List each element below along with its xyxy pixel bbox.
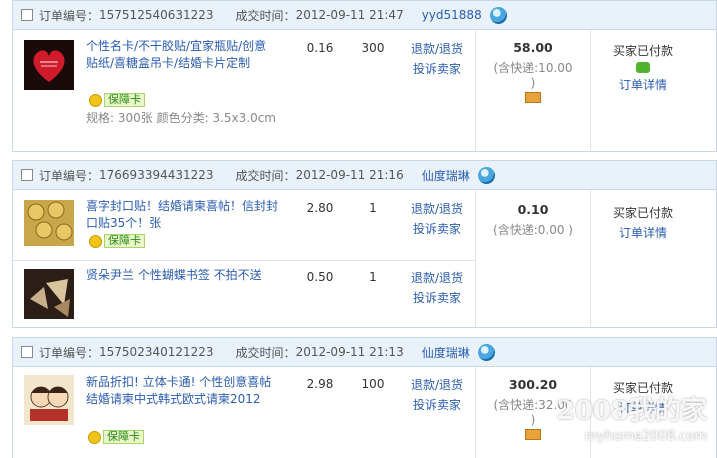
seller-link[interactable]: 仙度瑞琳 xyxy=(422,344,470,361)
order-card: 订单编号： 176693394431223 成交时间： 2012-09-11 2… xyxy=(12,160,717,328)
quantity: 1 xyxy=(369,201,377,215)
order-body: 个性名卡/不干胶贴/宜家瓶贴/创意贴纸/喜糖盒吊卡/结婚卡片定制 保障卡 规格:… xyxy=(13,30,716,151)
guarantee-badge[interactable]: 保障卡 xyxy=(89,234,145,248)
order-number: 176693394431223 xyxy=(99,168,214,182)
product-thumbnail[interactable] xyxy=(24,269,74,319)
order-header: 订单编号： 176693394431223 成交时间： 2012-09-11 2… xyxy=(13,161,716,190)
total-amount: 58.00 xyxy=(513,40,553,55)
quantity: 1 xyxy=(369,270,377,284)
refund-actions: 退款/退货 投诉卖家 xyxy=(403,268,471,308)
order-select-checkbox[interactable] xyxy=(21,9,33,21)
product-title-link[interactable]: 贤朵尹兰 个性蝴蝶书签 不拍不送 xyxy=(86,267,286,284)
complain-seller-link[interactable]: 投诉卖家 xyxy=(403,219,471,239)
deal-time: 2012-09-11 21:47 xyxy=(295,8,404,22)
order-total: 0.10 (含快递:0.00 ) xyxy=(491,202,575,238)
order-number: 157512540631223 xyxy=(99,8,214,22)
order-number: 157502340121223 xyxy=(99,345,214,359)
column-divider xyxy=(590,30,591,151)
product-thumbnail[interactable] xyxy=(24,200,74,246)
deal-time-label: 成交时间： xyxy=(235,168,296,183)
product-title-link[interactable]: 喜字封口贴！结婚请柬喜帖！信封封口贴35个！张 xyxy=(86,198,282,232)
refund-return-link[interactable]: 退款/退货 xyxy=(403,375,471,395)
shield-badge-icon xyxy=(89,234,102,248)
product-spec: 规格: 300张 颜色分类: 3.5x3.0cm xyxy=(86,111,276,125)
order-header: 订单编号： 157512540631223 成交时间： 2012-09-11 2… xyxy=(13,1,716,30)
shield-badge-icon xyxy=(88,430,101,444)
order-detail-link[interactable]: 订单详情 xyxy=(603,224,683,241)
unit-price: 0.50 xyxy=(306,270,334,284)
payment-status: 买家已付款 xyxy=(612,44,673,58)
product-thumbnail[interactable] xyxy=(24,40,74,90)
product-thumbnail[interactable] xyxy=(24,375,74,425)
deal-time-label: 成交时间： xyxy=(235,345,296,360)
seller-link[interactable]: 仙度瑞琳 xyxy=(422,167,470,184)
order-item: 贤朵尹兰 个性蝴蝶书签 不拍不送 0.50 1 退款/退货 投诉卖家 xyxy=(13,261,475,327)
guarantee-badge-label: 保障卡 xyxy=(103,430,144,444)
order-item: 个性名卡/不干胶贴/宜家瓶贴/创意贴纸/喜糖盒吊卡/结婚卡片定制 保障卡 规格:… xyxy=(13,30,475,151)
deal-time-label: 成交时间： xyxy=(235,8,296,23)
refund-return-link[interactable]: 退款/退货 xyxy=(403,199,471,219)
order-status: 买家已付款 订单详情 xyxy=(603,42,683,93)
seller-link[interactable]: yyd51888 xyxy=(422,8,482,22)
order-number-label: 订单编号： xyxy=(39,168,100,183)
complain-seller-link[interactable]: 投诉卖家 xyxy=(403,288,471,308)
quantity: 300 xyxy=(361,41,385,55)
order-status: 买家已付款 订单详情 xyxy=(603,204,683,241)
credit-card-icon xyxy=(525,429,541,440)
order-card: 订单编号： 157512540631223 成交时间： 2012-09-11 2… xyxy=(12,0,717,152)
shipping-fee: (含快递:0.00 ) xyxy=(493,223,573,237)
message-icon[interactable] xyxy=(636,62,650,73)
guarantee-badge[interactable]: 保障卡 xyxy=(89,93,145,107)
product-title-link[interactable]: 个性名卡/不干胶贴/宜家瓶贴/创意贴纸/喜糖盒吊卡/结婚卡片定制 xyxy=(86,38,272,72)
refund-actions: 退款/退货 投诉卖家 xyxy=(403,199,471,239)
column-divider xyxy=(475,30,476,151)
shield-badge-icon xyxy=(89,93,102,107)
payment-status: 买家已付款 xyxy=(612,206,673,220)
refund-actions: 退款/退货 投诉卖家 xyxy=(403,375,471,415)
order-select-checkbox[interactable] xyxy=(21,346,33,358)
order-number-label: 订单编号： xyxy=(39,345,100,360)
order-header: 订单编号： 157502340121223 成交时间： 2012-09-11 2… xyxy=(13,338,716,367)
refund-actions: 退款/退货 投诉卖家 xyxy=(403,39,471,79)
guarantee-badge-label: 保障卡 xyxy=(104,93,145,107)
column-divider xyxy=(475,367,476,458)
order-total: 58.00 (含快递:10.00 ) xyxy=(491,40,575,106)
payment-status: 买家已付款 xyxy=(612,381,673,395)
complain-seller-link[interactable]: 投诉卖家 xyxy=(403,395,471,415)
unit-price: 2.80 xyxy=(306,201,334,215)
column-divider xyxy=(590,190,591,327)
order-body: 喜字封口贴！结婚请柬喜帖！信封封口贴35个！张 保障卡 2.80 1 退款/退货… xyxy=(13,190,716,327)
unit-price: 0.16 xyxy=(306,41,334,55)
total-amount: 0.10 xyxy=(517,202,549,217)
watermark-main: 2008我的家 xyxy=(556,396,707,426)
order-item: 喜字封口贴！结婚请柬喜帖！信封封口贴35个！张 保障卡 2.80 1 退款/退货… xyxy=(13,190,475,260)
quantity: 100 xyxy=(361,377,385,391)
order-item: 新品折扣! 立体卡通! 个性创意喜帖结婚请柬中式韩式欧式请柬2012 2.98 … xyxy=(13,367,475,458)
order-select-checkbox[interactable] xyxy=(21,169,33,181)
watermark-sub: myhome2008.com xyxy=(584,429,707,444)
guarantee-badge[interactable]: 保障卡 xyxy=(88,430,144,444)
wangwang-chat-icon[interactable] xyxy=(477,343,495,361)
product-title-link[interactable]: 新品折扣! 立体卡通! 个性创意喜帖结婚请柬中式韩式欧式请柬2012 xyxy=(86,374,272,408)
deal-time: 2012-09-11 21:16 xyxy=(295,168,404,182)
complain-seller-link[interactable]: 投诉卖家 xyxy=(403,59,471,79)
order-number-label: 订单编号： xyxy=(39,8,100,23)
unit-price: 2.98 xyxy=(306,377,334,391)
shipping-fee: (含快递:10.00 ) xyxy=(493,61,573,90)
watermark: 2008我的家 myhome2008.com xyxy=(557,398,707,450)
column-divider xyxy=(475,190,476,327)
order-detail-link[interactable]: 订单详情 xyxy=(603,76,683,93)
refund-return-link[interactable]: 退款/退货 xyxy=(403,268,471,288)
guarantee-badge-label: 保障卡 xyxy=(104,234,145,248)
credit-card-icon xyxy=(525,92,541,103)
refund-return-link[interactable]: 退款/退货 xyxy=(403,39,471,59)
wangwang-chat-icon[interactable] xyxy=(489,6,507,24)
wangwang-chat-icon[interactable] xyxy=(477,166,495,184)
total-amount: 300.20 xyxy=(508,377,558,392)
deal-time: 2012-09-11 21:13 xyxy=(295,345,404,359)
